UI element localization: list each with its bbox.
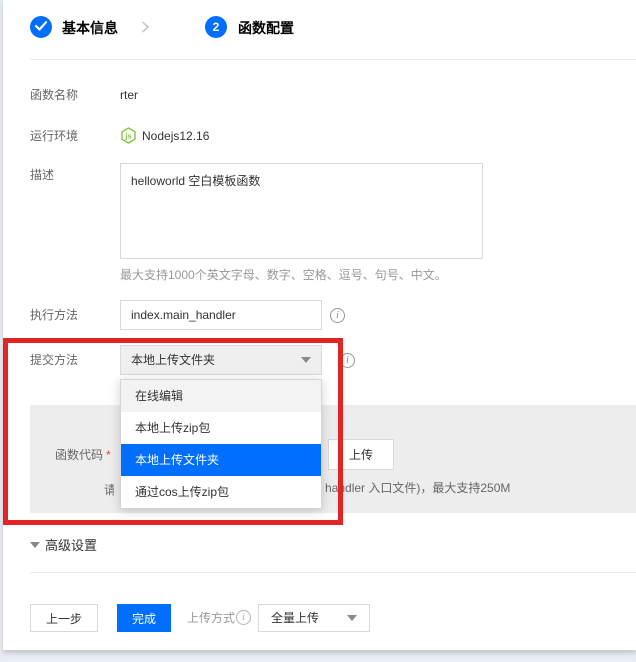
upload-mode-info-icon[interactable]: i [236, 610, 251, 625]
step1-label: 基本信息 [62, 20, 118, 36]
check-icon [35, 20, 47, 34]
footer-divider [30, 572, 636, 573]
upload-mode-value: 全量上传 [271, 611, 319, 625]
upload-button[interactable]: 上传 [328, 439, 394, 470]
previous-step-button[interactable]: 上一步 [30, 604, 98, 632]
submit-method-info-icon[interactable]: i [340, 353, 355, 368]
handler-info-icon[interactable]: i [330, 308, 345, 323]
dropdown-option-online-edit[interactable]: 在线编辑 [121, 380, 321, 412]
description-textarea[interactable]: helloworld 空白模板函数 [120, 163, 483, 259]
submit-method-value: 本地上传文件夹 [131, 353, 215, 367]
runtime-value: Nodejs12.16 [142, 129, 209, 143]
submit-method-caret-icon [301, 357, 311, 363]
finish-button[interactable]: 完成 [117, 604, 171, 632]
function-config-page: { "colors": { "primary_blue": "#006eff",… [0, 0, 636, 662]
nodejs-icon: js [120, 127, 137, 147]
function-name-label: 函数名称 [30, 88, 78, 102]
function-code-hint: handler 入口文件)，最大支持250M [325, 481, 510, 495]
step2-label: 函数配置 [238, 20, 294, 36]
handler-label: 执行方法 [30, 308, 78, 322]
dropdown-option-local-folder[interactable]: 本地上传文件夹 [121, 444, 321, 476]
description-label: 描述 [30, 168, 54, 182]
handler-input[interactable]: index.main_handler [120, 300, 322, 330]
step1-done-circle [30, 16, 52, 38]
step2-active-circle: 2 [205, 16, 227, 38]
submit-method-dropdown-menu: 在线编辑 本地上传zip包 本地上传文件夹 通过cos上传zip包 [120, 379, 322, 509]
function-name-value: rter [120, 88, 138, 102]
runtime-label: 运行环境 [30, 129, 78, 143]
upload-mode-caret-icon [347, 615, 357, 621]
svg-text:js: js [124, 131, 131, 140]
function-code-hint-left-fragment: 请 [104, 481, 114, 498]
submit-method-label: 提交方法 [30, 353, 78, 367]
function-code-label: 函数代码 [55, 448, 103, 462]
function-code-label-row: 函数代码* [55, 448, 111, 462]
required-asterisk: * [106, 448, 111, 462]
description-hint: 最大支持1000个英文字母、数字、空格、逗号、句号、中文。 [120, 268, 447, 282]
submit-method-select[interactable]: 本地上传文件夹 [120, 345, 322, 375]
triangle-down-icon [30, 542, 40, 548]
header-divider [30, 59, 636, 60]
advanced-settings-toggle[interactable]: 高级设置 [30, 537, 140, 555]
upload-mode-label: 上传方式 [187, 611, 235, 625]
dropdown-option-local-zip[interactable]: 本地上传zip包 [121, 412, 321, 444]
step2-number: 2 [213, 20, 220, 34]
advanced-settings-label: 高级设置 [45, 538, 97, 553]
dropdown-option-cos-zip[interactable]: 通过cos上传zip包 [121, 476, 321, 508]
step-separator-chevron-icon [140, 20, 150, 37]
